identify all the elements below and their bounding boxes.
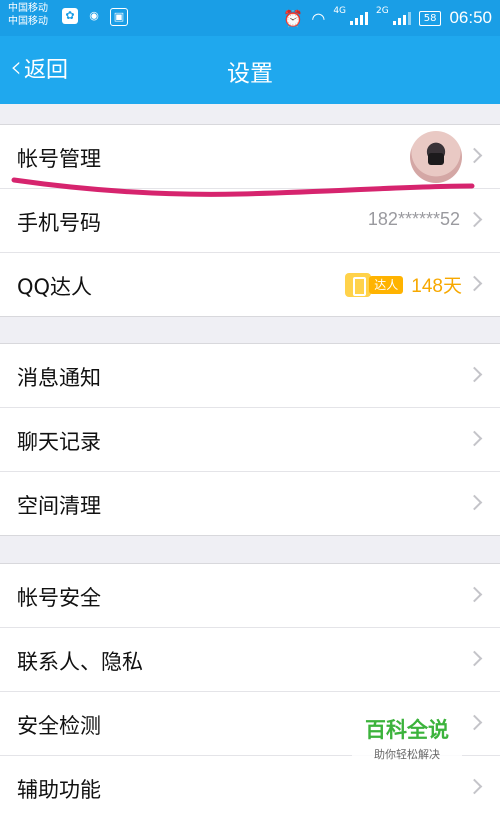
carrier-info: 中国移动 中国移动 bbox=[8, 2, 48, 28]
chevron-right-icon bbox=[466, 778, 483, 795]
battery-indicator: 58 bbox=[418, 10, 442, 26]
row-label: 手机号码 bbox=[17, 211, 101, 235]
signal-1-icon bbox=[350, 11, 369, 25]
settings-group-messages: 消息通知 聊天记录 空间清理 bbox=[0, 343, 500, 536]
row-message-notifications[interactable]: 消息通知 bbox=[0, 344, 500, 408]
chevron-right-icon bbox=[466, 275, 483, 292]
carrier-2: 中国移动 bbox=[8, 16, 48, 27]
row-label: 联系人、隐私 bbox=[17, 650, 143, 674]
nav-bar: ‹ 返回 设置 bbox=[0, 36, 500, 104]
row-accessibility[interactable]: 辅助功能 bbox=[0, 756, 500, 819]
row-chat-history[interactable]: 聊天记录 bbox=[0, 408, 500, 472]
paw-icon: ✿ bbox=[62, 8, 78, 24]
chevron-right-icon bbox=[466, 147, 483, 164]
row-label: 辅助功能 bbox=[17, 778, 101, 802]
row-qq-daren[interactable]: QQ达人 达人 148天 bbox=[0, 253, 500, 316]
location-icon: ◉ bbox=[89, 9, 99, 22]
chevron-right-icon bbox=[466, 494, 483, 511]
chevron-right-icon bbox=[466, 650, 483, 667]
chevron-right-icon bbox=[466, 586, 483, 603]
settings-group-security: 帐号安全 联系人、隐私 安全检测 辅助功能 bbox=[0, 563, 500, 819]
daren-info: 达人 148天 bbox=[345, 271, 462, 298]
page-title: 设置 bbox=[227, 61, 273, 87]
row-label: 帐号管理 bbox=[17, 147, 101, 171]
row-label: 安全检测 bbox=[17, 714, 101, 738]
row-contacts-privacy[interactable]: 联系人、隐私 bbox=[0, 628, 500, 692]
clock: 06:50 bbox=[449, 8, 492, 27]
chevron-right-icon bbox=[466, 430, 483, 447]
row-label: 空间清理 bbox=[17, 494, 101, 518]
chevron-right-icon bbox=[466, 714, 483, 731]
annotation-underline bbox=[11, 177, 475, 197]
chevron-right-icon bbox=[466, 366, 483, 383]
watermark-subtitle: 助你轻松解决 bbox=[374, 748, 440, 761]
phone-number-value: 182******52 bbox=[367, 209, 460, 229]
carrier-1: 中国移动 bbox=[8, 3, 48, 14]
image-icon: ▣ bbox=[110, 8, 128, 26]
signal-2-icon bbox=[392, 11, 411, 25]
row-account-security[interactable]: 帐号安全 bbox=[0, 564, 500, 628]
row-label: 消息通知 bbox=[17, 366, 101, 390]
settings-group-account: 帐号管理 手机号码 182******52 QQ达人 达人 148天 bbox=[0, 124, 500, 317]
daren-tag: 达人 bbox=[369, 275, 404, 294]
row-label: 帐号安全 bbox=[17, 586, 101, 610]
phone-wing-icon bbox=[345, 272, 372, 297]
row-label: QQ达人 bbox=[17, 275, 93, 299]
network-type-2: 2G bbox=[376, 6, 389, 16]
status-right: ⏰ ◠ 4G 2G 58 06:50 bbox=[283, 7, 492, 29]
status-bar: 中国移动 中国移动 ✿ ◉ ▣ ⏰ ◠ 4G 2G 58 06:50 bbox=[0, 0, 500, 36]
network-type-1: 4G bbox=[333, 6, 347, 16]
alarm-icon: ⏰ bbox=[283, 8, 304, 28]
watermark-title: 百科全说 bbox=[365, 718, 449, 742]
daren-days: 148天 bbox=[411, 276, 462, 297]
wifi-icon: ◠ bbox=[311, 8, 326, 28]
row-label: 聊天记录 bbox=[17, 430, 101, 454]
daren-badge: 达人 bbox=[345, 272, 405, 298]
chevron-right-icon bbox=[466, 211, 483, 228]
row-space-cleanup[interactable]: 空间清理 bbox=[0, 472, 500, 535]
watermark: 百科全说 助你轻松解决 bbox=[352, 708, 462, 764]
